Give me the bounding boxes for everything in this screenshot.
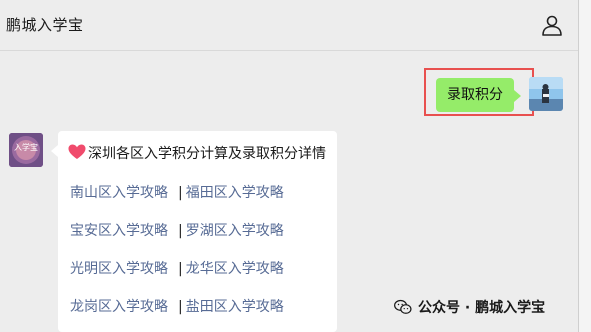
sent-bubble-tail [514,90,521,102]
user-avatar-image [529,77,563,111]
link-row-3: 光明区入学攻略 | 龙华区入学攻略 [70,258,284,278]
bot-avatar-label: 入学宝 [14,143,38,152]
heart-icon [68,144,86,159]
message-title: 深圳各区入学积分计算及录取积分详情 [68,143,326,163]
link-guangming[interactable]: 光明区入学攻略 [70,261,168,277]
chat-window: 鹏城入学宝 录取积分 入学宝 深圳各区入学积分计算及录取积分详情 南山区入学攻略… [0,0,591,332]
wechat-icon [394,299,412,314]
chat-title: 鹏城入学宝 [6,16,84,34]
person-icon[interactable] [540,13,564,37]
message-title-text: 深圳各区入学积分计算及录取积分详情 [88,146,326,162]
link-row-2: 宝安区入学攻略 | 罗湖区入学攻略 [70,220,284,240]
link-separator: | [178,261,183,277]
link-longgang[interactable]: 龙岗区入学攻略 [70,299,168,315]
watermark: 公众号 · 鹏城入学宝 [394,297,545,317]
link-yantian[interactable]: 盐田区入学攻略 [186,299,284,315]
link-nanshan[interactable]: 南山区入学攻略 [70,185,168,201]
link-separator: | [178,299,183,315]
link-futian[interactable]: 福田区入学攻略 [186,185,284,201]
received-bubble-tail [51,145,58,157]
link-row-4: 龙岗区入学攻略 | 盐田区入学攻略 [70,296,284,316]
link-separator: | [178,185,183,201]
link-separator: | [178,223,183,239]
link-luohu[interactable]: 罗湖区入学攻略 [186,223,284,239]
bot-avatar[interactable]: 入学宝 [9,133,43,167]
link-longhua[interactable]: 龙华区入学攻略 [186,261,284,277]
link-row-1: 南山区入学攻略 | 福田区入学攻略 [70,182,284,202]
sent-message-bubble[interactable]: 录取积分 [436,78,514,112]
chat-header: 鹏城入学宝 [0,0,578,51]
link-baoan[interactable]: 宝安区入学攻略 [70,223,168,239]
user-avatar[interactable] [529,77,563,111]
watermark-text: 公众号 · 鹏城入学宝 [418,300,546,316]
scrollbar[interactable] [578,0,591,332]
